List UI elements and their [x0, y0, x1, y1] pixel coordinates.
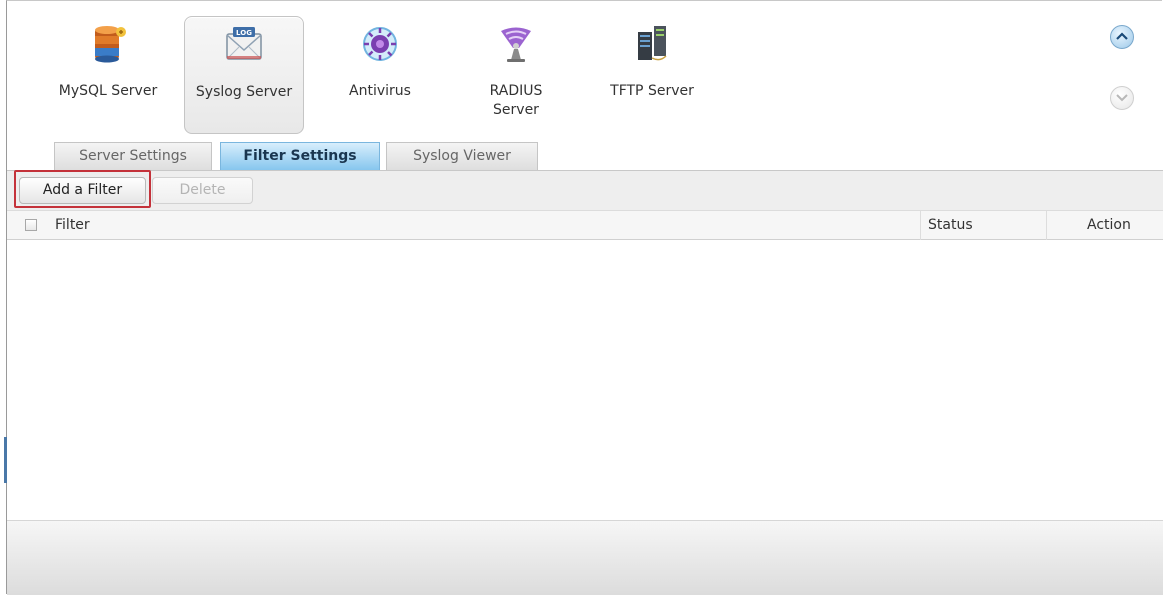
tftp-server-icon — [638, 26, 667, 61]
add-filter-button[interactable]: Add a Filter — [19, 177, 146, 204]
delete-button[interactable]: Delete — [152, 177, 253, 204]
radius-server-icon — [501, 27, 531, 62]
column-header-filter[interactable]: Filter — [55, 211, 90, 240]
scroll-up-icon — [1116, 32, 1128, 40]
tab-server-settings[interactable]: Server Settings — [54, 142, 212, 170]
app-antivirus[interactable]: Antivirus — [320, 16, 440, 134]
table-header: Filter Status Action — [7, 210, 1163, 240]
app-label: RADIUS Server — [489, 83, 543, 118]
app-label: Syslog Server — [195, 84, 293, 100]
app-label: TFTP Server — [610, 83, 694, 99]
column-divider — [920, 211, 921, 240]
scroll-down-button[interactable] — [1110, 86, 1134, 110]
column-header-action[interactable]: Action — [1087, 211, 1131, 240]
tab-filter-settings[interactable]: Filter Settings — [220, 142, 380, 170]
table-body — [7, 240, 1163, 520]
column-header-status[interactable]: Status — [928, 211, 973, 240]
app-radius-server[interactable]: RADIUS Server — [456, 16, 576, 134]
tab-syslog-viewer[interactable]: Syslog Viewer — [386, 142, 538, 170]
scroll-down-icon — [1116, 94, 1128, 102]
column-divider — [1046, 211, 1047, 240]
app-label: MySQL Server — [58, 83, 158, 99]
svg-text:LOG: LOG — [236, 29, 252, 37]
app-label: Antivirus — [349, 83, 411, 99]
select-all-checkbox[interactable] — [25, 219, 37, 231]
app-mysql-server[interactable]: MySQL Server — [48, 16, 168, 134]
app-syslog-server[interactable]: LOG Syslog Server — [184, 16, 304, 134]
toolbar: Add a Filter Delete — [7, 170, 1163, 210]
scroll-up-button[interactable] — [1110, 25, 1134, 49]
mysql-server-icon — [95, 26, 126, 63]
syslog-server-icon: LOG — [226, 27, 262, 60]
footer-bar — [7, 520, 1163, 595]
antivirus-icon — [363, 27, 397, 61]
app-tftp-server[interactable]: TFTP Server — [592, 16, 712, 134]
